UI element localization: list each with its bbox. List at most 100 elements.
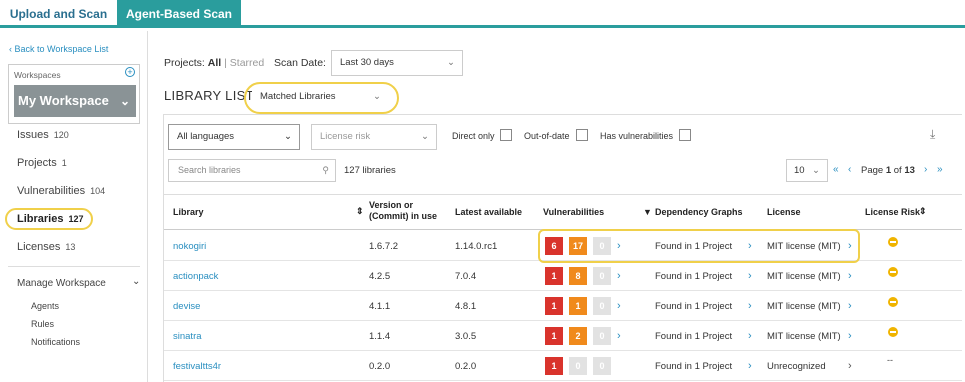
version-cell: 4.2.5	[369, 271, 391, 282]
col-version[interactable]: Version or (Commit) in use	[369, 200, 451, 222]
license-risk-icon	[888, 327, 898, 337]
chevron-right-icon[interactable]: ›	[748, 270, 752, 282]
tab-agent-based-scan[interactable]: Agent-Based Scan	[117, 0, 241, 28]
workspace-select[interactable]: My Workspace ⌄	[14, 85, 136, 117]
tab-upload-and-scan[interactable]: Upload and Scan	[0, 0, 117, 28]
dependency-graph-cell: Found in 1 Project	[655, 271, 733, 282]
sidebar-item-vulnerabilities[interactable]: Vulnerabilities 104	[17, 185, 105, 197]
license-cell: Unrecognized	[767, 361, 826, 372]
languages-select[interactable]: All languages ⌄	[168, 124, 300, 150]
library-link[interactable]: festivaltts4r	[173, 361, 221, 372]
col-license-risk[interactable]: License Risk	[865, 207, 920, 217]
chevron-right-icon[interactable]: ›	[748, 300, 752, 312]
license-risk-select[interactable]: License risk ⌄	[311, 124, 437, 150]
sidebar-item-licenses[interactable]: Licenses 13	[17, 241, 75, 253]
chevron-down-icon: ⌄	[447, 57, 455, 68]
chevron-right-icon[interactable]: ›	[748, 360, 752, 372]
manage-workspace-toggle[interactable]: Manage Workspace	[17, 278, 106, 289]
direct-only-checkbox[interactable]	[500, 129, 512, 141]
out-of-date-checkbox[interactable]	[576, 129, 588, 141]
col-dependency-graphs[interactable]: Dependency Graphs	[655, 207, 743, 217]
latest-cell: 3.0.5	[455, 331, 477, 342]
sidebar-item-libraries[interactable]: Libraries 127	[17, 213, 84, 225]
medium-count[interactable]: 0	[593, 327, 611, 345]
chevron-down-icon: ⌄	[284, 131, 292, 142]
high-count[interactable]: 2	[569, 327, 587, 345]
search-input[interactable]: Search libraries ⚲	[168, 159, 336, 182]
sidebar-item-projects[interactable]: Projects 1	[17, 157, 67, 169]
high-count[interactable]: 8	[569, 267, 587, 285]
back-to-workspace-link[interactable]: ‹ Back to Workspace List	[9, 44, 108, 54]
col-vulnerabilities[interactable]: Vulnerabilities	[543, 207, 604, 217]
sidebar-item-rules[interactable]: Rules	[31, 319, 54, 329]
sidebar-item-notifications[interactable]: Notifications	[31, 337, 80, 347]
projects-all-link[interactable]: All	[208, 57, 221, 69]
sort-desc-icon[interactable]: ▼	[643, 207, 652, 217]
sidebar: ‹ Back to Workspace List Workspaces + My…	[0, 31, 148, 382]
dependency-graph-cell: Found in 1 Project	[655, 331, 733, 342]
medium-count[interactable]: 0	[593, 357, 611, 375]
scan-date-select[interactable]: Last 30 days ⌄	[331, 50, 463, 76]
sidebar-item-issues[interactable]: Issues 120	[17, 129, 69, 141]
chevron-down-icon: ⌄	[119, 94, 130, 108]
version-cell: 4.1.1	[369, 301, 391, 312]
scan-date-label: Scan Date:	[274, 57, 326, 69]
direct-only-label: Direct only	[452, 131, 495, 141]
has-vulnerabilities-label: Has vulnerabilities	[600, 131, 674, 141]
download-icon[interactable]: ⤓	[930, 127, 935, 142]
medium-count[interactable]: 0	[593, 267, 611, 285]
chevron-down-icon: ⌄	[421, 131, 429, 142]
latest-cell: 7.0.4	[455, 271, 477, 282]
license-cell: MIT license (MIT)	[767, 271, 841, 282]
critical-count[interactable]: 1	[545, 267, 563, 285]
library-link[interactable]: sinatra	[173, 331, 202, 342]
first-page-icon[interactable]: «	[833, 164, 839, 175]
library-link[interactable]: nokogiri	[173, 241, 206, 252]
col-library[interactable]: Library	[173, 207, 204, 217]
chevron-down-icon[interactable]: ⌄	[132, 276, 140, 287]
has-vulnerabilities-checkbox[interactable]	[679, 129, 691, 141]
chevron-right-icon[interactable]: ›	[617, 270, 621, 282]
last-page-icon[interactable]: »	[937, 164, 943, 175]
add-workspace-icon[interactable]: +	[125, 67, 135, 77]
version-cell: 1.6.7.2	[369, 241, 399, 252]
main-content: Projects: All | Starred Scan Date: Last …	[149, 31, 965, 382]
chevron-right-icon[interactable]: ›	[748, 330, 752, 342]
chevron-right-icon[interactable]: ›	[848, 270, 852, 282]
projects-starred-link[interactable]: | Starred	[224, 57, 264, 69]
page-indicator: Page 1 of 13	[861, 165, 915, 176]
critical-count[interactable]: 1	[545, 327, 563, 345]
page-size-select[interactable]: 10 ⌄	[786, 159, 828, 182]
version-cell: 0.2.0	[369, 361, 391, 372]
library-link[interactable]: devise	[173, 301, 200, 312]
latest-cell: 4.8.1	[455, 301, 477, 312]
table-row: devise 4.1.1 4.8.1 1 1 0 › Found in 1 Pr…	[164, 291, 962, 321]
chevron-down-icon: ⌄	[812, 165, 820, 176]
chevron-right-icon[interactable]: ›	[848, 300, 852, 312]
table-row: actionpack 4.2.5 7.0.4 1 8 0 › Found in …	[164, 261, 962, 291]
col-latest[interactable]: Latest available	[455, 207, 522, 217]
high-count[interactable]: 0	[569, 357, 587, 375]
library-link[interactable]: actionpack	[173, 271, 218, 282]
sidebar-item-agents[interactable]: Agents	[31, 301, 59, 311]
prev-page-icon[interactable]: ‹	[848, 164, 851, 175]
critical-count[interactable]: 1	[545, 297, 563, 315]
medium-count[interactable]: 0	[593, 297, 611, 315]
chevron-right-icon[interactable]: ›	[617, 300, 621, 312]
sort-icon[interactable]: ⇕	[356, 206, 364, 217]
chevron-right-icon[interactable]: ›	[617, 330, 621, 342]
critical-count[interactable]: 1	[545, 357, 563, 375]
high-count[interactable]: 1	[569, 297, 587, 315]
sidebar-divider	[8, 266, 140, 267]
top-tab-bar: Upload and Scan Agent-Based Scan	[0, 0, 965, 28]
chevron-right-icon[interactable]: ›	[848, 360, 852, 372]
page-title: LIBRARY LIST	[164, 88, 254, 103]
next-page-icon[interactable]: ›	[924, 164, 927, 175]
chevron-right-icon[interactable]: ›	[848, 330, 852, 342]
sort-icon[interactable]: ⇕	[919, 206, 927, 217]
license-risk-icon	[888, 267, 898, 277]
col-license[interactable]: License	[767, 207, 801, 217]
list-mode-select[interactable]: Matched Libraries ⌄	[252, 87, 388, 109]
license-risk-icon	[888, 297, 898, 307]
latest-cell: 1.14.0.rc1	[455, 241, 498, 252]
